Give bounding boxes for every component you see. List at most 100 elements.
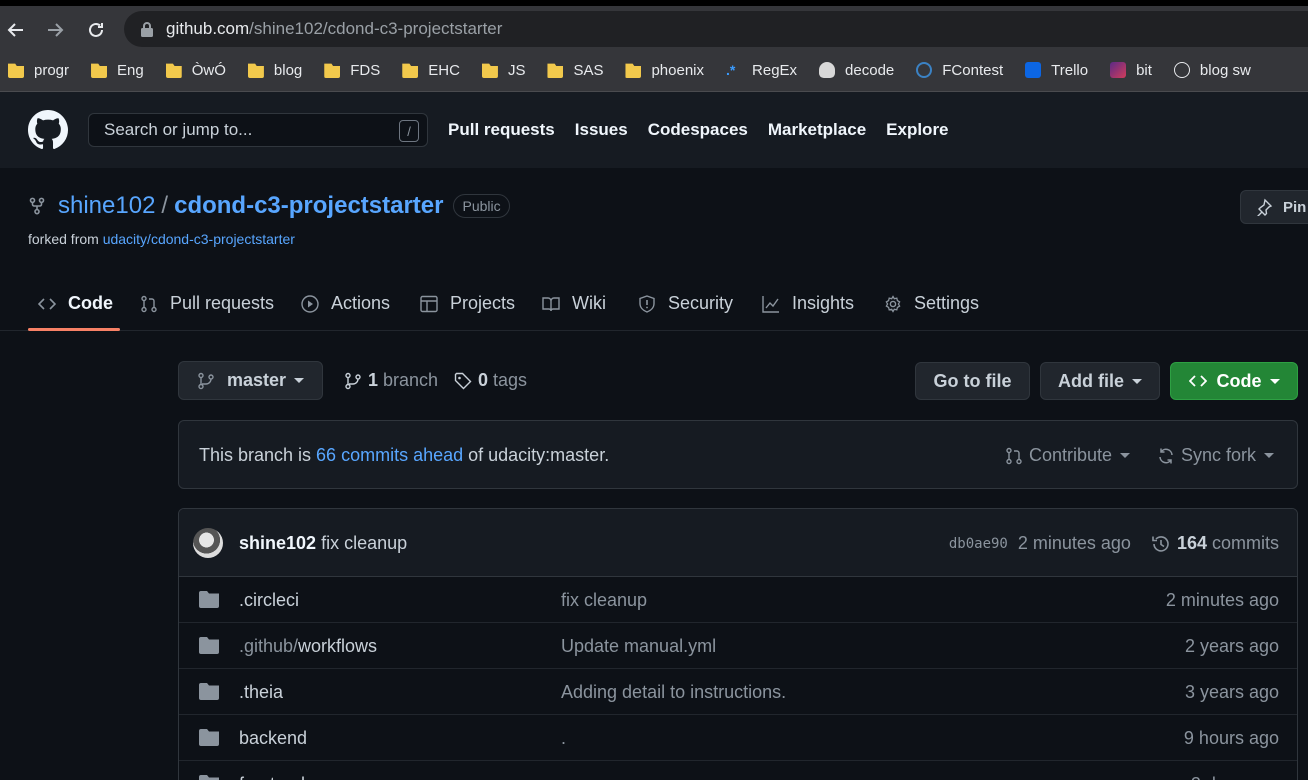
nav-issues[interactable]: Issues bbox=[575, 120, 628, 140]
bookmark-8[interactable]: phoenix bbox=[625, 62, 704, 79]
github-logo-icon[interactable] bbox=[28, 110, 68, 150]
folder-icon bbox=[199, 775, 219, 780]
bookmark-label: JS bbox=[507, 61, 526, 79]
commit-sha-link[interactable]: db0ae90 bbox=[949, 536, 1008, 552]
file-commit-message[interactable]: Adding detail to instructions. bbox=[561, 682, 786, 703]
bookmark-7[interactable]: SAS bbox=[547, 62, 603, 79]
reload-button[interactable] bbox=[82, 16, 110, 44]
file-name-link[interactable]: frontend bbox=[239, 774, 305, 780]
folder-icon bbox=[402, 63, 419, 78]
tab-code[interactable]: Code bbox=[38, 276, 113, 331]
regex-icon: .* bbox=[726, 62, 736, 78]
tab-actions-label: Actions bbox=[331, 293, 391, 313]
commits-ahead-link[interactable]: 66 commits ahead bbox=[316, 445, 463, 465]
file-row[interactable]: .circleci fix cleanup 2 minutes ago bbox=[179, 577, 1297, 623]
bookmark-4[interactable]: FDS bbox=[324, 62, 380, 79]
arrow-left-icon bbox=[7, 23, 23, 37]
back-button[interactable] bbox=[2, 16, 30, 44]
folder-icon bbox=[199, 637, 219, 654]
add-file-button[interactable]: Add file bbox=[1040, 362, 1160, 400]
contribute-button[interactable]: Contribute bbox=[1005, 445, 1131, 466]
nav-explore[interactable]: Explore bbox=[886, 120, 948, 140]
go-to-file-button[interactable]: Go to file bbox=[915, 362, 1030, 400]
bookmark-11[interactable]: FContest bbox=[916, 62, 1003, 79]
address-bar[interactable]: github.com/shine102/cdond-c3-projectstar… bbox=[124, 11, 1308, 47]
bookmark-label: blog bbox=[273, 61, 303, 79]
pin-button[interactable]: Pin bbox=[1240, 190, 1308, 224]
branch-ahead-notice: This branch is 66 commits ahead of udaci… bbox=[178, 420, 1298, 489]
file-row[interactable]: frontend 2 days ago bbox=[179, 761, 1297, 780]
file-row[interactable]: .github/workflows Update manual.yml 2 year… bbox=[179, 623, 1297, 669]
pull-request-icon bbox=[1006, 447, 1022, 464]
bookmark-12[interactable]: Trello bbox=[1025, 62, 1088, 79]
bookmark-label: Eng bbox=[117, 61, 144, 79]
file-path-prefix: .github/ bbox=[239, 636, 299, 656]
chevron-down-icon bbox=[1264, 453, 1275, 458]
bookmark-label: FDS bbox=[350, 61, 381, 79]
repo-owner-link[interactable]: shine102 bbox=[58, 192, 155, 220]
commit-message-link[interactable]: fix cleanup bbox=[321, 533, 407, 553]
bookmark-10[interactable]: decode bbox=[819, 62, 894, 79]
repo-title: shine102 / cdond-c3-projectstarter Publi… bbox=[28, 192, 510, 220]
file-name-link[interactable]: .theia bbox=[239, 682, 283, 703]
bookmark-14[interactable]: blog sw bbox=[1173, 61, 1251, 79]
forward-button[interactable] bbox=[41, 16, 69, 44]
repo-name-link[interactable]: cdond-c3-projectstarter bbox=[174, 192, 443, 220]
tab-actions[interactable]: Actions bbox=[301, 276, 390, 331]
chevron-down-icon bbox=[1132, 378, 1142, 384]
nav-codespaces[interactable]: Codespaces bbox=[648, 120, 748, 140]
nav-marketplace[interactable]: Marketplace bbox=[768, 120, 866, 140]
tab-insights[interactable]: Insights bbox=[762, 276, 854, 331]
lock-icon bbox=[141, 22, 153, 37]
bookmark-2[interactable]: ÒwÓ bbox=[165, 62, 226, 79]
file-name-link[interactable]: .circleci bbox=[239, 590, 299, 611]
code-dropdown-button[interactable]: Code bbox=[1170, 362, 1298, 400]
branches-link[interactable]: 1 branch bbox=[344, 370, 438, 391]
file-row[interactable]: .theia Adding detail to instructions. 3 ye… bbox=[179, 669, 1297, 715]
play-circle-icon bbox=[301, 294, 319, 313]
bookmark-0[interactable]: progr bbox=[8, 62, 69, 79]
file-name-link[interactable]: backend bbox=[239, 728, 307, 749]
branch-select-button[interactable]: master bbox=[178, 361, 323, 400]
visibility-badge: Public bbox=[453, 194, 510, 218]
commit-author-link[interactable]: shine102 bbox=[239, 533, 316, 553]
forked-from-link[interactable]: udacity/cdond-c3-projectstarter bbox=[103, 231, 295, 247]
tab-settings[interactable]: Settings bbox=[884, 276, 979, 331]
file-commit-message[interactable]: fix cleanup bbox=[561, 590, 647, 611]
folder-icon bbox=[199, 683, 219, 700]
file-name-link[interactable]: .github/workflows bbox=[239, 636, 377, 657]
tab-pull-requests[interactable]: Pull requests bbox=[140, 276, 274, 331]
codeforces-icon bbox=[916, 62, 933, 78]
ahead-prefix: This branch is bbox=[199, 445, 317, 465]
tab-security[interactable]: Security bbox=[638, 276, 733, 331]
file-name: backend bbox=[239, 728, 308, 748]
file-commit-message[interactable]: Update manual.yml bbox=[561, 636, 716, 657]
gear-icon bbox=[885, 294, 901, 313]
bookmark-13[interactable]: bit bbox=[1110, 62, 1152, 79]
tab-projects[interactable]: Projects bbox=[420, 276, 515, 331]
bookmark-6[interactable]: JS bbox=[481, 61, 526, 79]
file-commit-message[interactable]: . bbox=[561, 728, 566, 749]
tab-pull-requests-label: Pull requests bbox=[170, 293, 275, 313]
tags-link[interactable]: 0 tags bbox=[454, 370, 527, 391]
tab-settings-label: Settings bbox=[914, 293, 980, 313]
active-tab-indicator bbox=[28, 328, 120, 331]
bookmark-label: blog sw bbox=[1199, 61, 1251, 79]
nav-pull-requests[interactable]: Pull requests bbox=[448, 120, 555, 140]
tab-wiki[interactable]: Wiki bbox=[542, 276, 606, 331]
bookmark-1[interactable]: Eng bbox=[91, 62, 144, 79]
sync-fork-button[interactable]: Sync fork bbox=[1157, 445, 1275, 466]
folder-icon bbox=[199, 591, 219, 608]
tab-wiki-label: Wiki bbox=[572, 293, 606, 313]
commit-count[interactable]: 164 bbox=[1177, 533, 1207, 554]
bookmark-9[interactable]: .* RegEx bbox=[726, 62, 797, 79]
repo-separator: / bbox=[161, 192, 169, 219]
chevron-down-icon bbox=[294, 378, 305, 383]
file-row[interactable]: backend. 9 hours ago bbox=[179, 715, 1297, 761]
commit-count-word[interactable]: commits bbox=[1212, 533, 1279, 554]
bookmark-5[interactable]: EHC bbox=[402, 62, 460, 79]
folder-icon bbox=[547, 63, 564, 78]
avatar[interactable] bbox=[193, 528, 223, 558]
bookmark-3[interactable]: blog bbox=[247, 61, 303, 79]
search-input[interactable]: Search or jump to... / bbox=[88, 113, 428, 147]
